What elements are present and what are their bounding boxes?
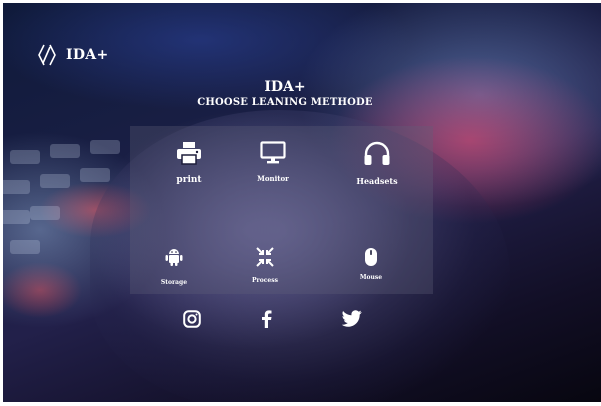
twitter-icon[interactable]	[342, 310, 362, 327]
option-monitor[interactable]: Monitor	[228, 141, 318, 183]
monitor-icon	[260, 141, 286, 164]
option-label: print	[176, 175, 202, 185]
headphones-icon	[364, 141, 390, 165]
page-subtitle: CHOOSE LEANING METHODE	[197, 97, 373, 108]
option-label: Mouse	[359, 274, 383, 281]
option-storage[interactable]: Storage	[129, 247, 219, 286]
option-label: Headsets	[356, 176, 398, 186]
printer-icon	[177, 142, 201, 165]
diamond-chain-icon	[38, 44, 56, 66]
option-label: Process	[252, 277, 278, 284]
frame-edge-bottom	[0, 402, 601, 406]
option-mouse[interactable]: Mouse	[326, 247, 416, 281]
frame-edge-top	[0, 0, 601, 3]
page-title: IDA+	[264, 79, 306, 95]
compress-arrows-icon	[256, 247, 274, 267]
instagram-icon[interactable]	[183, 310, 201, 328]
brand-logo[interactable]: IDA+	[38, 44, 108, 66]
page-heading: IDA+ CHOOSE LEANING METHODE	[150, 79, 420, 109]
frame-edge-left	[0, 0, 3, 406]
option-headsets[interactable]: Headsets	[332, 141, 422, 186]
option-label: Monitor	[257, 174, 289, 183]
brand-name: IDA+	[66, 47, 109, 63]
android-icon	[165, 249, 183, 266]
background-image: IDA+ IDA+ CHOOSE LEANING METHODE print M…	[0, 0, 601, 406]
option-process[interactable]: Process	[220, 247, 310, 284]
option-print[interactable]: print	[144, 141, 234, 185]
mouse-icon	[365, 248, 377, 266]
facebook-icon[interactable]	[260, 310, 272, 328]
option-label: Storage	[160, 279, 188, 286]
